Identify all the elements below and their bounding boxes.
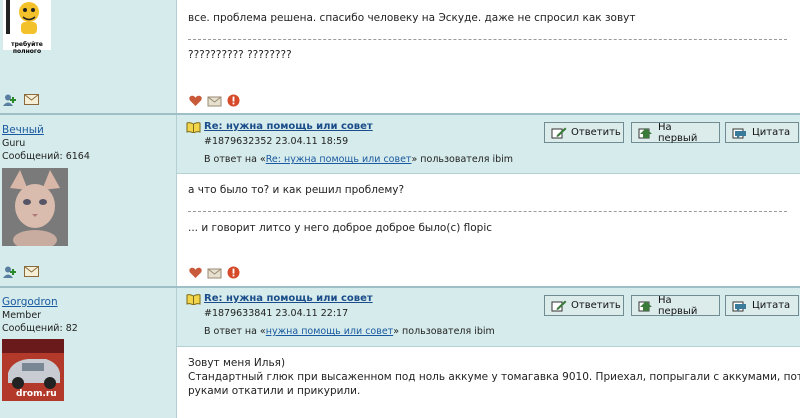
post-2-avatar xyxy=(2,168,68,246)
post-3-username[interactable]: Gorgodron xyxy=(2,296,58,308)
post-3-content: Re: нужна помощь или совет #1879633841 2… xyxy=(177,288,800,418)
post-2-meta: #1879632352 23.04.11 18:59 xyxy=(204,136,349,147)
warning-icon[interactable] xyxy=(227,94,240,110)
post-1-avatar: требуйте полного xyxy=(3,0,51,55)
post-3-body-line-2: Стандартный глюк при высаженном под ноль… xyxy=(188,371,800,383)
post-1-avatar-caption: требуйте полного xyxy=(11,41,43,55)
reply-link[interactable]: нужна помощь или совет xyxy=(266,326,393,337)
quote-button[interactable]: Цитата xyxy=(725,295,799,316)
post-2-user-actions xyxy=(3,266,39,281)
heart-icon[interactable] xyxy=(189,95,202,110)
to-first-button-label: На первый xyxy=(658,121,698,144)
post-3-title[interactable]: Re: нужна помощь или совет xyxy=(204,293,373,304)
post-1-signature: ?????????? ???????? xyxy=(188,49,292,61)
post-3-message-count: Сообщений: 82 xyxy=(2,323,78,334)
post-1-content: все. проблема решена. спасибо человеку н… xyxy=(177,0,800,113)
quote-icon xyxy=(732,128,746,138)
post-3-avatar-caption: drom.ru xyxy=(16,389,57,399)
post-1: требуйте полного все. проблема решена. с… xyxy=(0,0,800,113)
to-first-button[interactable]: На первый xyxy=(631,294,720,317)
envelope-icon[interactable] xyxy=(207,94,222,110)
signature-divider xyxy=(188,211,787,212)
post-2-actions xyxy=(189,266,240,282)
reply-button[interactable]: Ответить xyxy=(544,295,624,316)
reply-prefix: В ответ на « xyxy=(204,154,266,165)
quote-icon xyxy=(732,301,746,311)
arrow-up-icon xyxy=(638,300,652,311)
post-2-body: а что было то? и как решил проблему? xyxy=(188,184,405,196)
post-2-header: Re: нужна помощь или совет #1879632352 2… xyxy=(177,115,800,174)
mail-icon[interactable] xyxy=(24,266,39,281)
forum-thread: требуйте полного все. проблема решена. с… xyxy=(0,0,800,418)
pencil-icon xyxy=(551,127,567,138)
heart-icon[interactable] xyxy=(189,267,202,282)
post-3: Gorgodron Member Сообщений: 82 drom.ru R… xyxy=(0,288,800,418)
post-1-actions xyxy=(189,94,240,110)
reply-button-label: Ответить xyxy=(571,300,621,311)
post-1-user-actions xyxy=(3,94,39,109)
quote-button[interactable]: Цитата xyxy=(725,122,799,143)
add-friend-icon[interactable] xyxy=(3,266,17,281)
post-3-meta: #1879633841 23.04.11 22:17 xyxy=(204,308,349,319)
add-friend-icon[interactable] xyxy=(3,94,17,109)
post-3-header: Re: нужна помощь или совет #1879633841 2… xyxy=(177,288,800,347)
post-1-author-panel: требуйте полного xyxy=(0,0,177,113)
book-icon xyxy=(186,122,201,136)
post-3-avatar: drom.ru xyxy=(2,339,64,401)
post-3-author-panel: Gorgodron Member Сообщений: 82 drom.ru xyxy=(0,288,177,418)
mail-icon[interactable] xyxy=(24,94,39,109)
to-first-button[interactable]: На первый xyxy=(631,121,720,144)
post-2: Вечный Guru Сообщений: 6164 Re: нужна по… xyxy=(0,115,800,286)
post-2-username[interactable]: Вечный xyxy=(2,124,44,136)
quote-button-label: Цитата xyxy=(752,300,791,311)
reply-button-label: Ответить xyxy=(571,127,621,138)
signature-divider xyxy=(188,39,787,40)
reply-suffix: » пользователя ibim xyxy=(411,154,514,165)
post-2-signature: ... и говорит литсо у него доброе доброе… xyxy=(188,222,493,234)
post-2-author-panel: Вечный Guru Сообщений: 6164 xyxy=(0,115,177,286)
post-3-body-line-1: Зовут меня Илья) xyxy=(188,357,286,369)
warning-icon[interactable] xyxy=(227,266,240,282)
post-2-rank: Guru xyxy=(2,138,26,149)
post-2-reply-to: В ответ на «Re: нужна помощь или совет» … xyxy=(204,154,513,165)
to-first-button-label: На первый xyxy=(658,294,698,317)
quote-button-label: Цитата xyxy=(752,127,791,138)
arrow-up-icon xyxy=(638,127,652,138)
post-3-body-line-3: руками откатили и прикурили. xyxy=(188,385,361,397)
post-2-title[interactable]: Re: нужна помощь или совет xyxy=(204,121,373,132)
reply-prefix: В ответ на « xyxy=(204,326,266,337)
reply-link[interactable]: Re: нужна помощь или совет xyxy=(266,154,412,165)
envelope-icon[interactable] xyxy=(207,266,222,282)
post-3-reply-to: В ответ на «нужна помощь или совет» поль… xyxy=(204,326,495,337)
reply-button[interactable]: Ответить xyxy=(544,122,624,143)
pencil-icon xyxy=(551,300,567,311)
reply-suffix: » пользователя ibim xyxy=(393,326,495,337)
post-2-message-count: Сообщений: 6164 xyxy=(2,151,90,162)
post-3-rank: Member xyxy=(2,310,42,321)
post-1-body: все. проблема решена. спасибо человеку н… xyxy=(188,12,636,24)
post-2-content: Re: нужна помощь или совет #1879632352 2… xyxy=(177,115,800,286)
book-icon xyxy=(186,294,201,308)
